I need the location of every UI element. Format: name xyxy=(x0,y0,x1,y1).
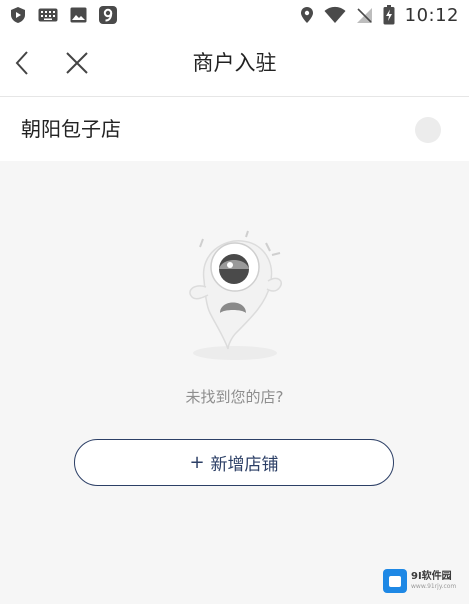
add-store-button[interactable]: + 新增店铺 xyxy=(74,439,394,486)
watermark-text: 9I软件园 www.91rjy.com xyxy=(411,571,456,591)
chevron-left-icon xyxy=(15,51,28,75)
watermark-logo-icon xyxy=(383,569,407,593)
no-signal-icon xyxy=(356,7,372,23)
image-icon xyxy=(70,7,87,23)
crying-mascot-icon xyxy=(189,230,282,360)
store-row[interactable]: 朝阳包子店 xyxy=(0,97,469,161)
close-icon xyxy=(66,52,88,74)
empty-state-message: 未找到您的店? xyxy=(185,388,284,406)
keyboard-icon xyxy=(38,8,58,22)
battery-charging-icon xyxy=(383,5,395,25)
close-button[interactable] xyxy=(62,48,92,78)
plus-icon: + xyxy=(189,452,205,473)
watermark-brand: 9I软件园 xyxy=(411,571,452,582)
add-store-label: 新增店铺 xyxy=(210,455,279,475)
watermark: 9I软件园 www.91rjy.com xyxy=(383,566,463,596)
status-bar-left-icons xyxy=(10,5,117,25)
store-select-radio[interactable] xyxy=(415,117,441,143)
wifi-icon xyxy=(324,6,346,23)
store-name: 朝阳包子店 xyxy=(21,117,121,141)
status-bar: 10:12 xyxy=(0,0,469,30)
back-button[interactable] xyxy=(8,48,36,78)
status-bar-right-icons: 10:12 xyxy=(300,4,459,26)
watermark-site: www.91rjy.com xyxy=(411,583,457,590)
shield-play-icon xyxy=(11,7,25,23)
nav-bar: 商户入驻 xyxy=(0,30,469,97)
status-time: 10:12 xyxy=(404,4,459,26)
app-9-icon xyxy=(99,6,117,24)
location-pin-icon xyxy=(300,7,313,23)
